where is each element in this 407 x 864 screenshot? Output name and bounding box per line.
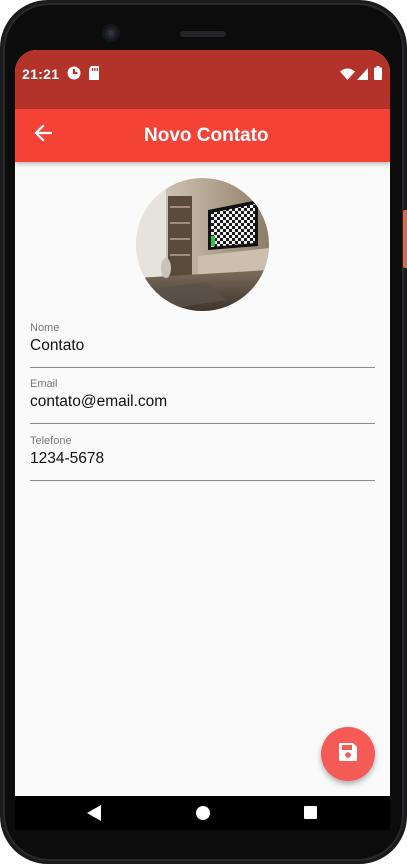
earpiece-speaker xyxy=(180,31,226,37)
app-bar: Novo Contato xyxy=(15,109,390,162)
wifi-icon xyxy=(340,67,355,85)
save-icon xyxy=(338,742,358,767)
save-button[interactable] xyxy=(321,727,375,781)
name-field-underline xyxy=(30,367,375,368)
back-button[interactable] xyxy=(25,117,61,153)
phone-field-label: Telefone xyxy=(30,435,72,447)
email-field-value[interactable]: contato@email.com xyxy=(30,393,375,411)
back-triangle-icon[interactable] xyxy=(87,805,101,826)
contact-avatar[interactable] xyxy=(136,178,269,311)
contact-photo-image xyxy=(136,178,269,311)
name-field-label: Nome xyxy=(30,322,60,334)
status-bar: 21:21 xyxy=(15,50,390,109)
phone-frame: 21:21 Novo Contato Nome Contato Email co… xyxy=(0,0,407,864)
arrow-back-icon xyxy=(34,123,53,147)
recents-square-icon[interactable] xyxy=(304,806,317,824)
battery-icon xyxy=(374,66,382,85)
name-field-value[interactable]: Contato xyxy=(30,337,375,355)
front-camera xyxy=(102,24,120,42)
power-button xyxy=(403,210,407,268)
sd-card-icon xyxy=(88,66,100,85)
page-title: Novo Contato xyxy=(144,125,269,146)
email-field-label: Email xyxy=(30,378,58,390)
phone-field-underline xyxy=(30,480,375,481)
name-field[interactable]: Nome Contato xyxy=(30,322,375,369)
screen: 21:21 Novo Contato Nome Contato Email co… xyxy=(15,50,390,830)
app-notification-icon xyxy=(67,66,81,85)
phone-field[interactable]: Telefone 1234-5678 xyxy=(30,435,375,482)
status-time: 21:21 xyxy=(22,66,60,82)
system-nav-bar xyxy=(15,796,390,830)
signal-icon xyxy=(357,67,368,85)
email-field-underline xyxy=(30,423,375,424)
phone-field-value[interactable]: 1234-5678 xyxy=(30,450,375,468)
home-circle-icon[interactable] xyxy=(196,806,210,825)
email-field[interactable]: Email contato@email.com xyxy=(30,378,375,425)
